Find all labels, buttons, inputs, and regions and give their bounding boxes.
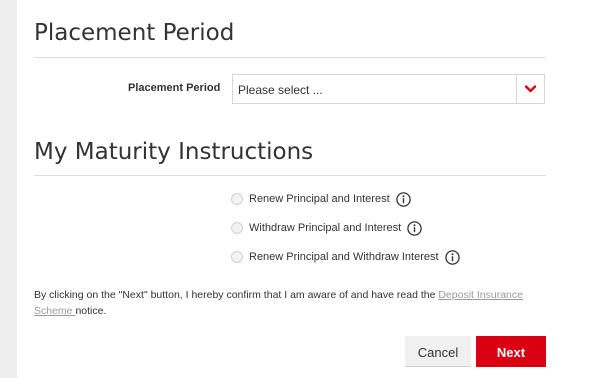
option-renew-principal-interest[interactable]: Renew Principal and Interest [231,190,411,208]
chevron-down-icon [525,85,536,93]
disclaimer-before-link: By clicking on the "Next" button, I here… [34,289,439,301]
placement-period-label: Placement Period [128,82,221,94]
disclaimer-after-link: notice. [75,305,107,317]
side-strip [0,0,17,378]
radio-withdraw-principal-interest[interactable] [231,222,243,234]
radio-renew-principal-interest[interactable] [231,193,243,205]
cancel-button[interactable]: Cancel [405,336,471,367]
disclaimer-text: By clicking on the "Next" button, I here… [34,287,546,319]
placement-divider [34,57,546,58]
radio-renew-principal-withdraw-interest[interactable] [231,251,243,263]
placement-period-title: Placement Period [34,20,235,46]
info-icon[interactable] [444,249,460,265]
option-label: Withdraw Principal and Interest [249,222,402,234]
placement-period-select[interactable]: Please select ... [232,74,545,104]
info-icon[interactable] [395,191,411,207]
form-content: Placement Period Placement Period Please… [34,0,546,378]
maturity-instructions-title: My Maturity Instructions [34,139,314,165]
maturity-divider [34,175,546,176]
placement-period-select-value: Please select ... [238,83,323,97]
info-icon[interactable] [407,220,422,236]
next-button[interactable]: Next [476,336,546,367]
option-label: Renew Principal and Withdraw Interest [249,251,439,263]
option-withdraw-principal-interest[interactable]: Withdraw Principal and Interest [231,219,422,237]
select-caret-button[interactable] [516,75,544,103]
option-label: Renew Principal and Interest [249,193,390,205]
option-renew-principal-withdraw-interest[interactable]: Renew Principal and Withdraw Interest [231,248,460,266]
